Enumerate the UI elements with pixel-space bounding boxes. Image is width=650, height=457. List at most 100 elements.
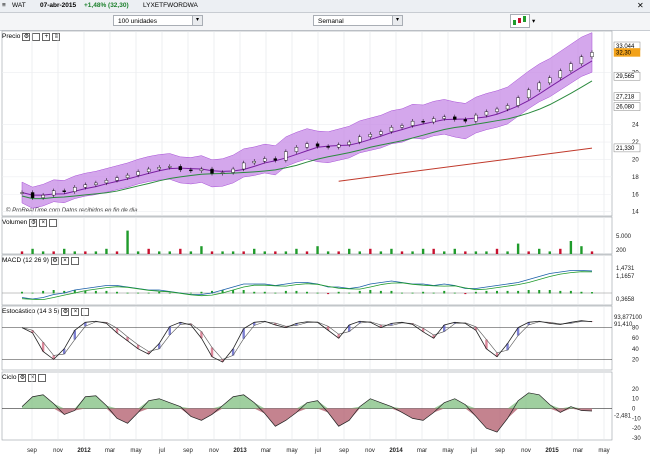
candle [146,168,151,172]
x-tick-label: sep [339,448,349,454]
volume-bar [326,251,330,254]
cycle-y-tick: 0 [632,407,636,413]
volume-bar [316,246,319,254]
x-tick-label: nov [521,448,531,454]
candle [505,105,510,110]
x-tick-label: nov [209,448,219,454]
x-tick-label: sep [183,448,193,454]
x-tick-label: nov [53,448,63,454]
stoch-d-line [21,320,593,360]
macd-hist-bar [116,291,118,294]
volume-bar [464,251,467,254]
stoch-k-line [21,320,593,363]
macd-hist-bar [221,290,224,294]
chart-area[interactable]: 14 16 18 20 22 24 30 33,04432,30 29,565 27,218 26,… [0,0,650,457]
maximize-icon[interactable] [49,219,58,227]
volume-bar [52,251,55,254]
macd-panel-header: MACD (12 26 9) ⚙ × [2,256,79,266]
close-icon[interactable]: × [60,257,69,265]
wrench-icon[interactable]: ⚙ [18,374,27,382]
volume-bar [115,251,119,254]
candle [115,177,119,181]
wrench-icon[interactable]: ⚙ [50,257,59,265]
x-tick-label: may [130,448,141,454]
wrench-icon[interactable]: ⚙ [61,308,70,316]
macd-hist-bar [189,292,192,294]
window-date: 07-abr-2015 [40,2,77,9]
title-bar: ≡ WAT 07-abr-2015 +1,48% (32,30) LYXETFW… [0,0,650,13]
macd-hist-bar [337,291,340,294]
cycle-positive-area [22,392,592,409]
price-marker-box [613,71,641,81]
candle [484,111,489,116]
macd-hist-bar [316,292,319,294]
macd-hist-bar [548,290,551,294]
price-panel-header: Precio ⚙ + ≡ [2,32,61,42]
stoch-y-tick: 40 [632,347,639,353]
volume-bar [20,251,24,254]
volume-bar [527,251,530,254]
macd-hist-bar [327,293,330,295]
maximize-icon[interactable] [32,33,41,41]
properties-icon[interactable]: ≡ [52,33,61,41]
candle [579,56,584,64]
candle [400,125,404,128]
menu-icon[interactable]: ≡ [2,2,6,9]
chevron-down-icon[interactable]: ▾ [392,16,402,25]
stoch-marker-label: 93,877 [614,315,633,321]
macd-hist-bar [580,291,583,294]
maximize-icon[interactable] [70,257,79,265]
candle [168,166,172,168]
volume-bar [432,248,435,254]
macd-hist-bar [73,290,76,294]
add-icon[interactable]: + [42,33,51,41]
cycle-y-tick: -20 [632,426,641,432]
close-icon[interactable]: × [39,219,48,227]
chart-style-button[interactable] [510,14,530,28]
macd-hist-bar [496,290,498,294]
close-icon[interactable]: ✕ [637,1,644,10]
candle [241,162,246,170]
candle [431,118,436,123]
x-tick-label: may [598,448,609,454]
macd-hist-bar [232,290,235,294]
macd-hist-bar [506,290,509,294]
volume-bar [84,251,87,254]
stoch-panel-header: Estocástico (14 3 5) ⚙ × [2,307,90,317]
volume-bar [337,251,340,254]
macd-hist-bar [200,291,203,294]
candle [30,192,35,198]
macd-signal-line [21,271,593,301]
units-select[interactable]: 100 unidades ▾ [113,15,203,26]
wrench-icon[interactable]: ⚙ [22,33,31,41]
volume-panel-label: Volumen [2,219,28,226]
volume-bar [147,248,150,254]
maximize-icon[interactable] [38,374,47,382]
volume-bar [421,248,425,254]
candle [104,180,109,184]
x-tick-label: 2013 [233,448,247,454]
macd-marker-label: 0,3658 [616,297,635,303]
x-tick-label: 2012 [77,448,91,454]
stoch-panel-frame [1,305,613,371]
volume-bar [379,251,383,254]
price-marker-label: 21,330 [616,146,635,152]
candle [210,168,214,174]
stoch-panel-label: Estocástico (14 3 5) [2,308,60,315]
price-marker-label: 32,30 [616,50,632,56]
volume-bar [548,251,551,254]
volume-bar [474,251,478,254]
close-icon[interactable]: × [71,308,80,316]
maximize-icon[interactable] [81,308,90,316]
units-select-value: 100 unidades [118,18,158,25]
period-select[interactable]: Semanal ▾ [313,15,403,26]
chart-style-chevron-icon[interactable]: ▾ [532,17,535,25]
chevron-down-icon[interactable]: ▾ [192,16,202,25]
volume-bar [284,251,288,254]
volume-bar [485,251,488,254]
candle [526,89,531,98]
macd-hist-bar [422,291,425,294]
wrench-icon[interactable]: ⚙ [29,219,38,227]
x-tick-label: mar [105,448,115,454]
close-icon[interactable]: × [28,374,37,382]
